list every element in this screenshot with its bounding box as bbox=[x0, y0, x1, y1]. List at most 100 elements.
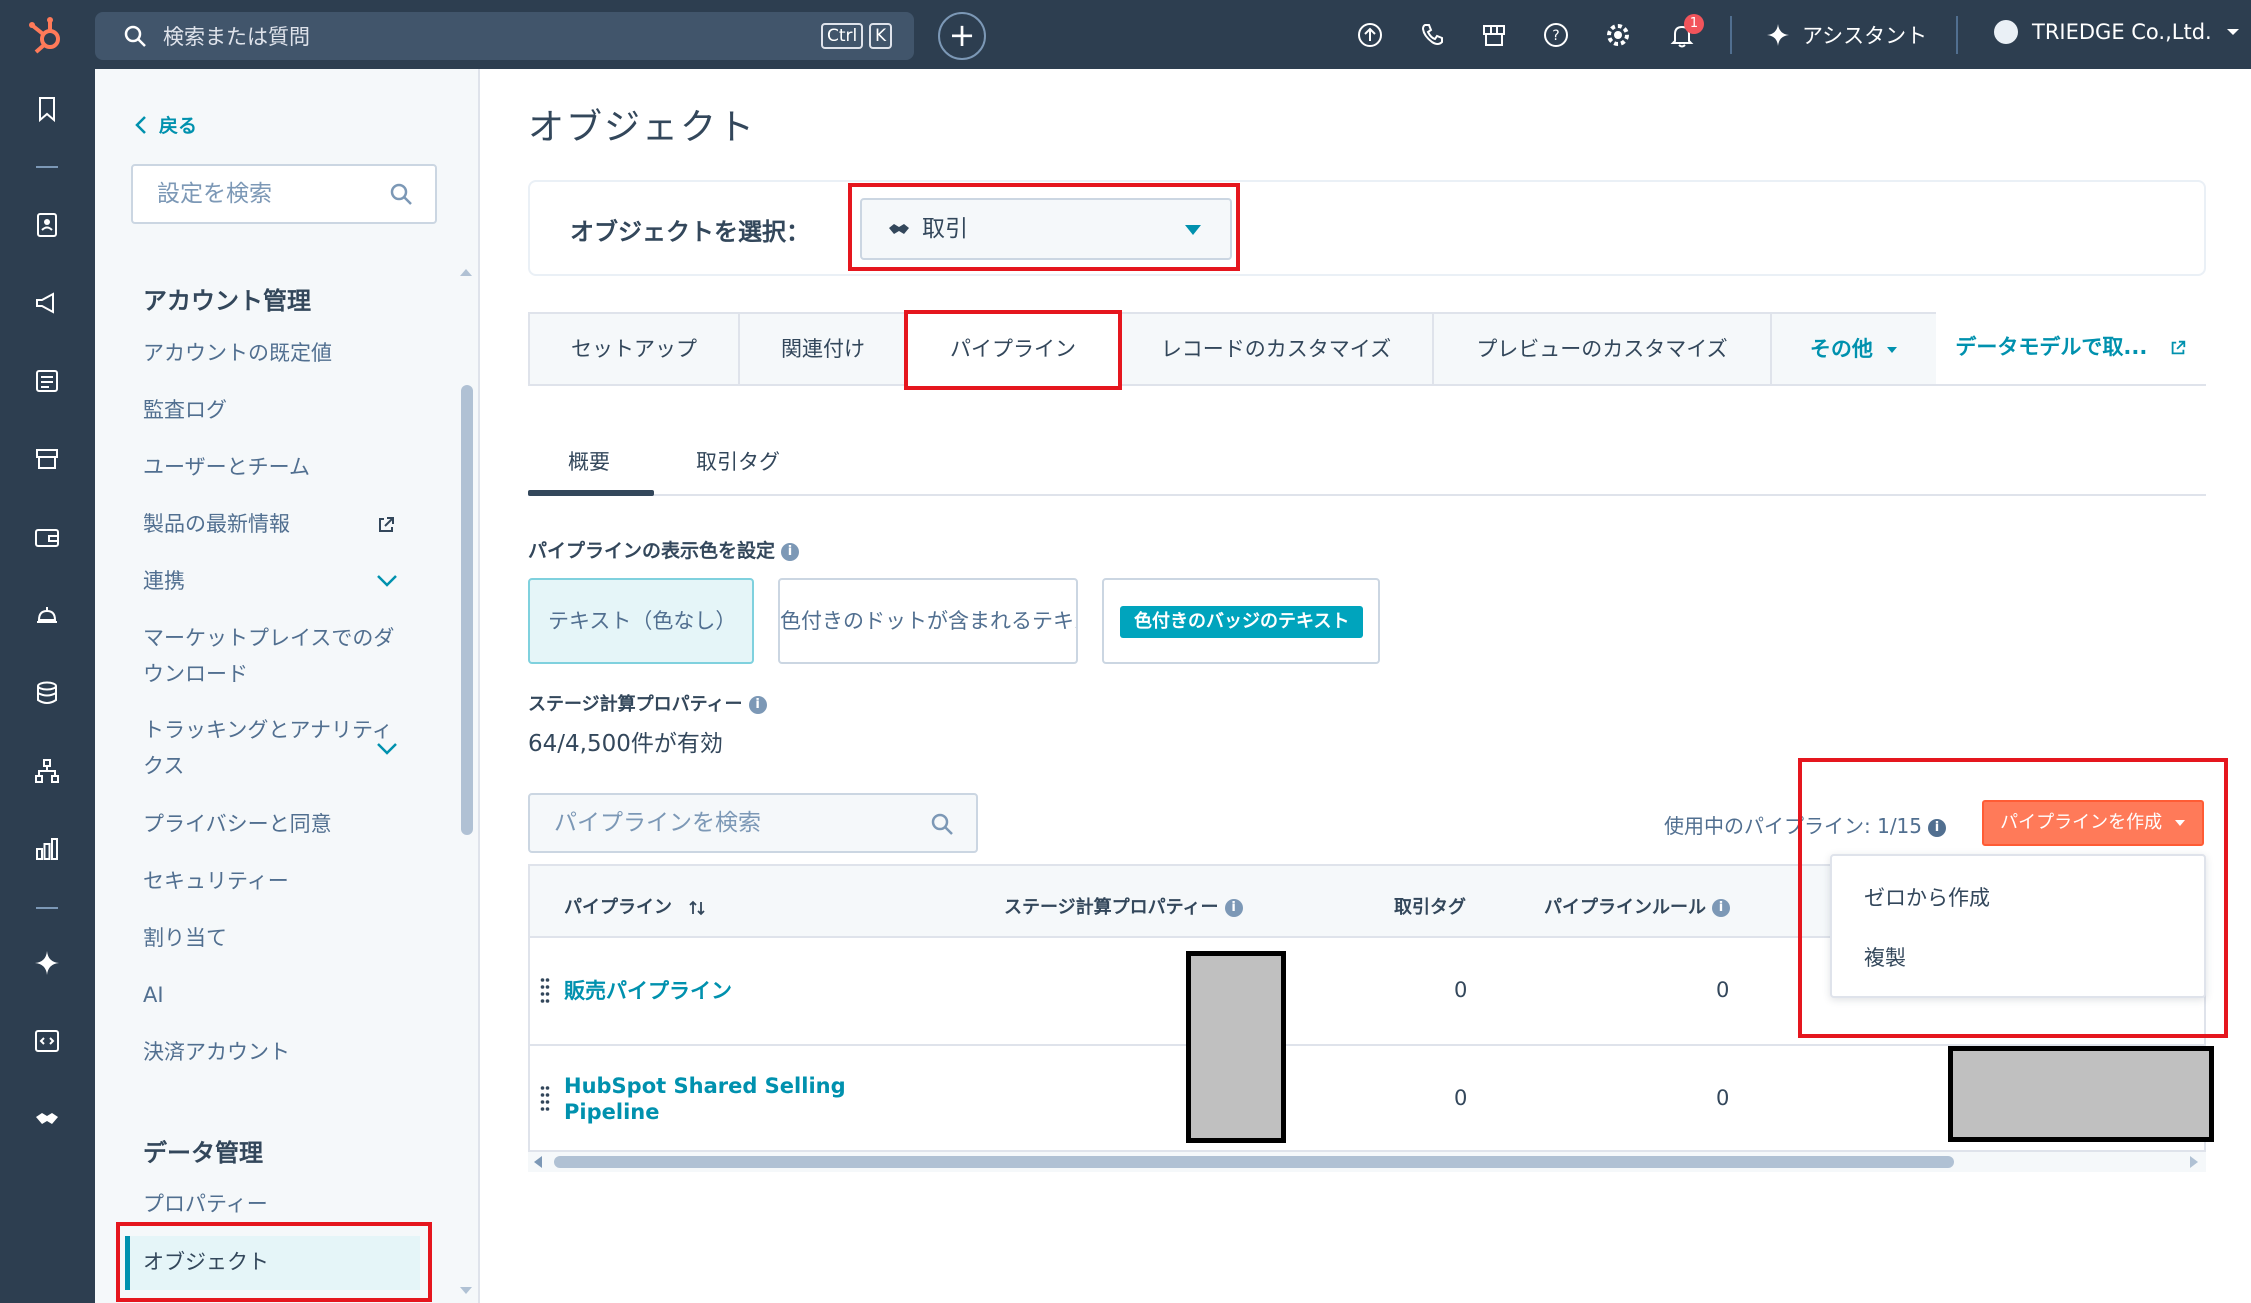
breeze-sparkle-icon[interactable] bbox=[33, 949, 61, 977]
tab-setup[interactable]: セットアップ bbox=[528, 312, 740, 386]
tab-more[interactable]: その他 bbox=[1770, 312, 1938, 386]
object-select-dropdown[interactable]: 取引 bbox=[860, 198, 1232, 260]
tab-more-label: その他 bbox=[1809, 337, 1873, 361]
tab-pipelines[interactable]: パイプライン bbox=[906, 312, 1120, 386]
data-model-link-label: データモデルで取... bbox=[1955, 335, 2148, 359]
assistant-button[interactable]: アシスタント bbox=[1766, 20, 1927, 50]
pipeline-name-link[interactable]: HubSpot Shared Selling Pipeline bbox=[564, 1073, 864, 1125]
pipeline-rules-count: 0 bbox=[1716, 1086, 1730, 1110]
sidebar-item-properties[interactable]: プロパティー bbox=[143, 1186, 413, 1222]
hubspot-logo-icon[interactable] bbox=[26, 14, 68, 56]
sidebar-item-users-teams[interactable]: ユーザーとチーム bbox=[143, 449, 413, 485]
sidebar-item-ai[interactable]: AI bbox=[143, 977, 413, 1013]
pipeline-name-link[interactable]: 販売パイプライン bbox=[564, 978, 732, 1004]
left-nav-rail bbox=[0, 69, 95, 1303]
menu-item-duplicate[interactable]: 複製 bbox=[1864, 942, 1906, 972]
scroll-up-arrow-icon[interactable] bbox=[458, 266, 474, 278]
service-bell-icon[interactable] bbox=[33, 601, 61, 629]
marketing-megaphone-icon[interactable] bbox=[33, 289, 61, 317]
info-icon[interactable]: i bbox=[781, 542, 800, 561]
table-horizontal-scroll-thumb[interactable] bbox=[554, 1156, 1954, 1168]
pipeline-search-input[interactable]: パイプラインを検索 bbox=[528, 793, 978, 853]
create-pipeline-button[interactable]: パイプラインを作成 bbox=[1982, 800, 2204, 846]
pipeline-search-placeholder: パイプラインを検索 bbox=[554, 810, 761, 836]
sidebar-item-objects[interactable]: オブジェクト bbox=[143, 1244, 413, 1280]
info-icon[interactable]: i bbox=[748, 696, 767, 714]
sidebar-section-data: データ管理 bbox=[143, 1139, 263, 1167]
color-option-badge-text[interactable]: 色付きのバッジのテキスト bbox=[1102, 578, 1380, 664]
sidebar-scrollbar-thumb[interactable] bbox=[461, 385, 473, 835]
settings-gear-icon[interactable] bbox=[1604, 21, 1632, 49]
settings-search-placeholder: 設定を検索 bbox=[157, 181, 272, 207]
sidebar-item-audit-log[interactable]: 監査ログ bbox=[143, 392, 413, 428]
database-icon[interactable] bbox=[33, 679, 61, 707]
kbd-k: K bbox=[869, 23, 893, 49]
wallet-icon[interactable] bbox=[33, 523, 61, 551]
caret-down-icon bbox=[1185, 225, 1201, 235]
chevron-down-icon[interactable] bbox=[376, 574, 398, 588]
contacts-icon[interactable] bbox=[33, 211, 61, 239]
content-icon[interactable] bbox=[33, 367, 61, 395]
sidebar-item-integrations[interactable]: 連携 bbox=[143, 563, 413, 599]
settings-search-input[interactable]: 設定を検索 bbox=[131, 164, 437, 224]
account-menu[interactable]: TRIEDGE Co.,Ltd. bbox=[1994, 20, 2240, 44]
info-icon[interactable]: i bbox=[1712, 899, 1730, 917]
developer-code-icon[interactable] bbox=[33, 1027, 61, 1055]
data-model-link[interactable]: データモデルで取... bbox=[1936, 312, 2206, 386]
info-icon[interactable]: i bbox=[1928, 818, 1947, 837]
tab-associations[interactable]: 関連付け bbox=[738, 312, 908, 386]
help-icon[interactable]: ? bbox=[1542, 21, 1570, 49]
color-section-label: パイプラインの表示色を設定 i bbox=[528, 536, 800, 563]
create-new-button[interactable]: + bbox=[938, 12, 986, 60]
marketplace-icon[interactable] bbox=[1480, 21, 1508, 49]
menu-item-create-from-scratch[interactable]: ゼロから作成 bbox=[1864, 882, 1990, 912]
scroll-down-arrow-icon[interactable] bbox=[458, 1285, 474, 1297]
sidebar-item-payment-accounts[interactable]: 決済アカウント bbox=[143, 1034, 413, 1070]
pipelines-in-use-text: 使用中のパイプライン: 1/15 bbox=[1664, 814, 1923, 838]
topbar-divider bbox=[1956, 16, 1958, 54]
subtab-overview[interactable]: 概要 bbox=[568, 446, 610, 476]
scroll-right-arrow-icon[interactable] bbox=[2188, 1155, 2200, 1169]
automation-tree-icon[interactable] bbox=[33, 757, 61, 785]
sidebar-item-privacy-consent[interactable]: プライバシーと同意 bbox=[143, 806, 413, 842]
header-pipeline-label: パイプライン bbox=[564, 897, 672, 918]
back-link[interactable]: 戻る bbox=[135, 111, 197, 138]
info-icon[interactable]: i bbox=[1224, 899, 1243, 917]
redacted-block bbox=[1186, 951, 1286, 1143]
sidebar-item-product-updates[interactable]: 製品の最新情報 bbox=[143, 506, 413, 542]
sidebar-item-security[interactable]: セキュリティー bbox=[143, 863, 413, 899]
commerce-store-icon[interactable] bbox=[33, 445, 61, 473]
drag-handle-icon[interactable] bbox=[540, 1084, 550, 1114]
sidebar-item-account-defaults[interactable]: アカウントの既定値 bbox=[143, 335, 413, 371]
sidebar-item-marketplace-downloads[interactable]: マーケットプレイスでのダウンロード bbox=[143, 620, 413, 692]
color-option-dot-text[interactable]: 色付きのドットが含まれるテキスト bbox=[778, 578, 1078, 664]
header-pipeline-rules-label: パイプラインルール bbox=[1544, 897, 1706, 918]
sidebar-section-account: アカウント管理 bbox=[143, 287, 311, 315]
subtab-deal-tags[interactable]: 取引タグ bbox=[696, 446, 780, 476]
sidebar-item-tracking-analytics[interactable]: トラッキングとアナリティクス bbox=[143, 712, 413, 784]
header-stage-calc-label: ステージ計算プロパティー bbox=[1004, 897, 1219, 918]
tab-record-customization[interactable]: レコードのカスタマイズ bbox=[1118, 312, 1434, 386]
partner-handshake-icon[interactable] bbox=[33, 1105, 61, 1133]
drag-handle-icon[interactable] bbox=[540, 976, 550, 1006]
header-pipeline[interactable]: パイプライン bbox=[564, 893, 706, 919]
badge-preview: 色付きのバッジのテキスト bbox=[1120, 606, 1364, 638]
assistant-label: アシスタント bbox=[1802, 24, 1928, 48]
header-stage-calc: ステージ計算プロパティー i bbox=[1004, 893, 1243, 919]
bookmark-icon[interactable] bbox=[33, 95, 61, 123]
subtab-divider bbox=[528, 494, 2206, 496]
global-search-input[interactable]: 検索または質問 Ctrl K bbox=[95, 12, 914, 60]
notification-count-badge: 1 bbox=[1684, 14, 1704, 34]
sparkle-icon bbox=[1767, 24, 1789, 46]
stage-calc-label: ステージ計算プロパティー i bbox=[528, 690, 767, 716]
chevron-down-icon[interactable] bbox=[376, 742, 398, 756]
rail-divider bbox=[36, 907, 58, 909]
phone-icon[interactable] bbox=[1418, 21, 1446, 49]
reports-chart-icon[interactable] bbox=[33, 835, 61, 863]
sort-icon[interactable] bbox=[688, 899, 706, 917]
upgrade-icon[interactable] bbox=[1356, 21, 1384, 49]
scroll-left-arrow-icon[interactable] bbox=[532, 1155, 544, 1169]
sidebar-item-assignments[interactable]: 割り当て bbox=[143, 920, 413, 956]
color-option-text-only[interactable]: テキスト（色なし） bbox=[528, 578, 754, 664]
tab-preview-customization[interactable]: プレビューのカスタマイズ bbox=[1432, 312, 1772, 386]
